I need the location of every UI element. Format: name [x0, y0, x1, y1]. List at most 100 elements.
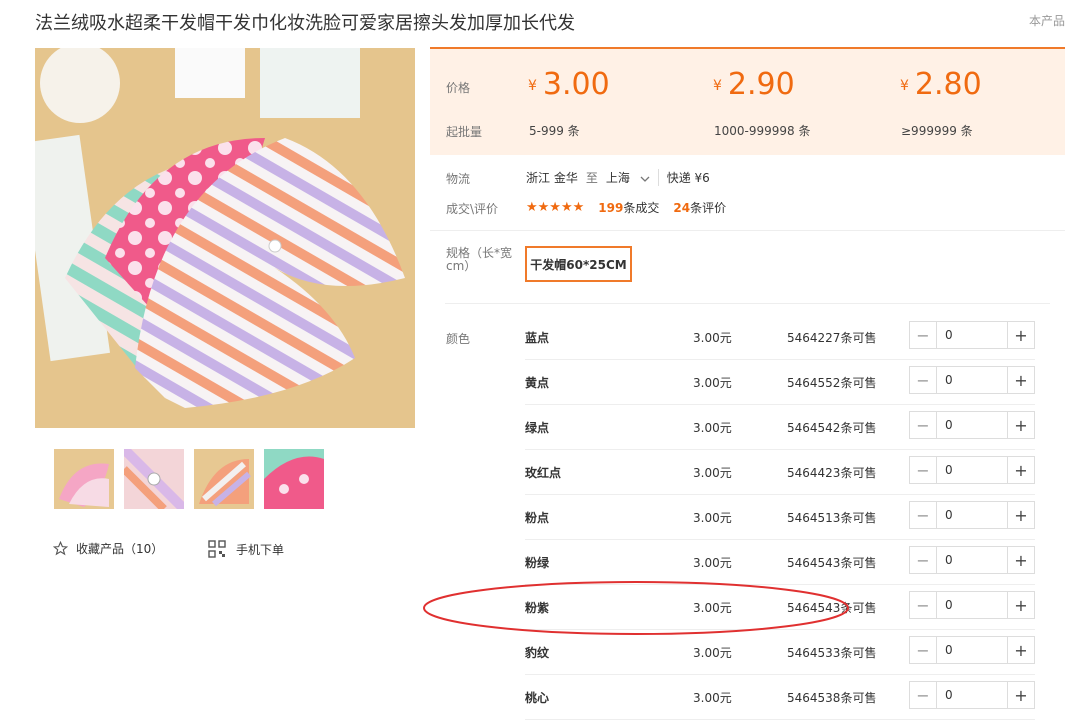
color-name: 绿点	[525, 421, 550, 435]
thumbnail-4[interactable]	[264, 449, 324, 509]
color-stock: 5464542条可售	[787, 421, 877, 435]
mobile-order-button[interactable]: 手机下单	[208, 540, 284, 558]
color-option-row: 粉紫 3.00元 5464543条可售 −0 +	[525, 585, 1035, 630]
color-price: 3.00元	[693, 646, 732, 660]
color-option-row: 玫红点 3.00元 5464423条可售 −0 +	[525, 450, 1035, 495]
star-outline-icon	[53, 541, 68, 556]
quantity-input[interactable]: 0	[936, 502, 1008, 528]
color-name: 桃心	[525, 691, 550, 705]
decrease-button[interactable]: −	[910, 592, 936, 618]
color-price: 3.00元	[693, 556, 732, 570]
color-label: 颜色	[446, 332, 471, 346]
quantity-input[interactable]: 0	[936, 592, 1008, 618]
increase-button[interactable]: +	[1008, 502, 1034, 528]
top-right-link[interactable]: 本产品	[1029, 12, 1065, 29]
increase-button[interactable]: +	[1008, 412, 1034, 438]
qr-code-icon	[208, 540, 226, 558]
color-option-row: 桃心 3.00元 5464538条可售 −0 +	[525, 675, 1035, 720]
color-option-row: 豹纹 3.00元 5464533条可售 −0 +	[525, 630, 1035, 675]
price-panel: 价格 起批量 ¥3.00 ¥2.90 ¥2.80 5-999 条 1000-99…	[430, 47, 1065, 155]
decrease-button[interactable]: −	[910, 502, 936, 528]
quantity-stepper: −0 +	[909, 681, 1035, 709]
decrease-button[interactable]: −	[910, 457, 936, 483]
quantity-stepper: −0 +	[909, 591, 1035, 619]
quantity-stepper: −0 +	[909, 501, 1035, 529]
logistics-info: 浙江 金华 至 上海 快递 ¥6	[526, 169, 710, 186]
quantity-input[interactable]: 0	[936, 547, 1008, 573]
increase-button[interactable]: +	[1008, 592, 1034, 618]
range-tier-2: 1000-999998 条	[714, 124, 811, 138]
rating-stars: ★★★★★	[526, 200, 585, 215]
spec-option-selected[interactable]: 干发帽60*25CM	[525, 246, 632, 282]
color-price: 3.00元	[693, 421, 732, 435]
decrease-button[interactable]: −	[910, 412, 936, 438]
divider	[430, 230, 1065, 231]
quantity-stepper: −0 +	[909, 366, 1035, 394]
increase-button[interactable]: +	[1008, 322, 1034, 348]
color-stock: 5464513条可售	[787, 511, 877, 525]
quantity-input[interactable]: 0	[936, 367, 1008, 393]
deals-label: 成交\评价	[446, 202, 499, 216]
color-option-row: 绿点 3.00元 5464542条可售 −0 +	[525, 405, 1035, 450]
increase-button[interactable]: +	[1008, 457, 1034, 483]
increase-button[interactable]: +	[1008, 367, 1034, 393]
increase-button[interactable]: +	[1008, 547, 1034, 573]
quantity-input[interactable]: 0	[936, 412, 1008, 438]
divider	[445, 303, 1050, 304]
color-option-row: 粉绿 3.00元 5464543条可售 −0 +	[525, 540, 1035, 585]
thumbnail-3[interactable]	[194, 449, 254, 509]
quantity-stepper: −0 +	[909, 456, 1035, 484]
spec-label: 规格（长*宽cm）	[446, 246, 513, 273]
mobile-order-label: 手机下单	[236, 542, 285, 557]
color-price: 3.00元	[693, 601, 732, 615]
quantity-input[interactable]: 0	[936, 682, 1008, 708]
color-name: 粉绿	[525, 556, 550, 570]
color-price: 3.00元	[693, 466, 732, 480]
thumbnail-strip	[54, 449, 324, 509]
range-tier-1: 5-999 条	[529, 124, 580, 138]
decrease-button[interactable]: −	[910, 682, 936, 708]
quantity-input[interactable]: 0	[936, 457, 1008, 483]
deals-info: ★★★★★ 199条成交 24条评价	[526, 199, 726, 216]
quantity-stepper: −0 +	[909, 321, 1035, 349]
express-fee: 快递 ¥6	[657, 169, 710, 186]
reviews-count-link[interactable]: 24条评价	[673, 199, 726, 216]
increase-button[interactable]: +	[1008, 682, 1034, 708]
increase-button[interactable]: +	[1008, 637, 1034, 663]
color-price: 3.00元	[693, 376, 732, 390]
favorite-button[interactable]: 收藏产品（10）	[53, 540, 163, 557]
color-stock: 5464538条可售	[787, 691, 877, 705]
ship-to-select[interactable]: 上海	[606, 169, 650, 186]
deals-count-link[interactable]: 199条成交	[598, 199, 659, 216]
decrease-button[interactable]: −	[910, 637, 936, 663]
thumbnail-2[interactable]	[124, 449, 184, 509]
quantity-input[interactable]: 0	[936, 322, 1008, 348]
price-tier-3: ¥2.80	[900, 67, 982, 102]
decrease-button[interactable]: −	[910, 367, 936, 393]
logistics-label: 物流	[446, 172, 471, 186]
price-tier-1: ¥3.00	[528, 67, 610, 102]
color-stock: 5464227条可售	[787, 331, 877, 345]
batch-label: 起批量	[446, 125, 483, 139]
color-name: 玫红点	[525, 466, 562, 480]
thumbnail-1[interactable]	[54, 449, 114, 509]
color-stock: 5464543条可售	[787, 556, 877, 570]
range-tier-3: ≥999999 条	[901, 124, 973, 138]
color-name: 粉紫	[525, 601, 550, 615]
price-label: 价格	[446, 81, 471, 95]
color-name: 黄点	[525, 376, 550, 390]
main-product-image[interactable]	[35, 48, 415, 428]
color-price: 3.00元	[693, 331, 732, 345]
quantity-stepper: −0 +	[909, 411, 1035, 439]
product-title: 法兰绒吸水超柔干发帽干发巾化妆洗脸可爱家居擦头发加厚加长代发	[35, 13, 575, 34]
color-stock: 5464543条可售	[787, 601, 877, 615]
quantity-stepper: −0 +	[909, 546, 1035, 574]
color-stock: 5464423条可售	[787, 466, 877, 480]
price-tier-2: ¥2.90	[713, 67, 795, 102]
color-price: 3.00元	[693, 511, 732, 525]
quantity-input[interactable]: 0	[936, 637, 1008, 663]
decrease-button[interactable]: −	[910, 322, 936, 348]
decrease-button[interactable]: −	[910, 547, 936, 573]
ship-from: 浙江 金华	[526, 171, 578, 185]
color-stock: 5464533条可售	[787, 646, 877, 660]
